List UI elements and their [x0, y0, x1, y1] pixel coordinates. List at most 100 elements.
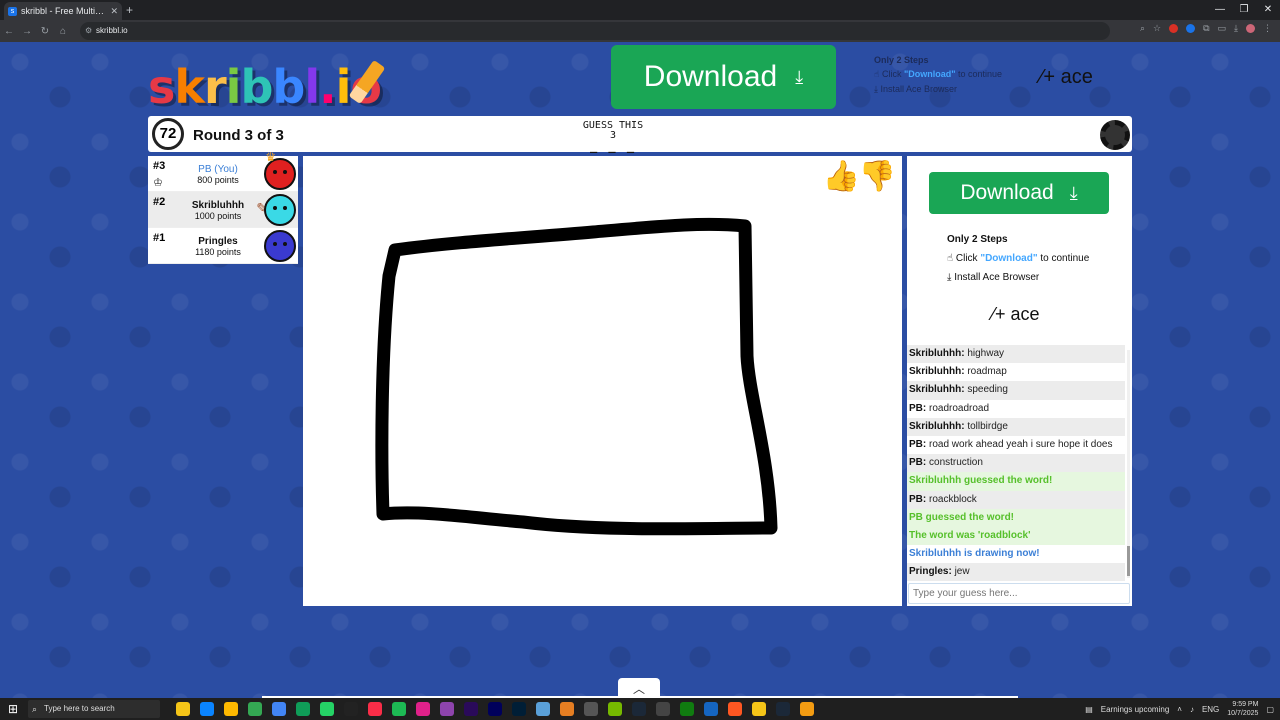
clock-time: 9:59 PM — [1232, 701, 1259, 708]
chat-scrollbar[interactable] — [1127, 350, 1130, 578]
zoom-icon[interactable]: ⌕ — [1140, 23, 1145, 34]
drawing-canvas[interactable]: 👍 👎 — [303, 156, 902, 606]
extension-icon[interactable] — [1169, 24, 1179, 33]
app-icon[interactable] — [800, 702, 814, 716]
menu-kebab-icon[interactable]: ⋮ — [1263, 23, 1272, 34]
round-indicator: Round 3 of 3 — [193, 127, 284, 144]
browser-tab[interactable]: s skribbl - Free Multiplayer Drawi ✕ — [4, 2, 122, 20]
browser-toolbar: ← → ↻ ⌂ ⚙ skribbl.io ⌕ ☆ ⧉ ▭ ⤓ ⋮ — [0, 20, 1280, 42]
app-icon[interactable] — [344, 702, 358, 716]
site-info-icon[interactable]: ⚙ — [85, 22, 92, 40]
app-icon[interactable] — [584, 702, 598, 716]
address-bar[interactable]: ⚙ skribbl.io — [80, 22, 1110, 40]
edge-icon[interactable] — [296, 702, 310, 716]
chat-text: Skribluhhh is drawing now! — [909, 548, 1040, 560]
notifications-icon[interactable]: ▢ — [1266, 705, 1274, 714]
minimize-button[interactable]: — — [1208, 0, 1232, 20]
profile-avatar[interactable] — [1246, 24, 1255, 33]
chat-message: PB: roackblock — [907, 490, 1125, 509]
extensions-puzzle-icon[interactable]: ⧉ — [1203, 23, 1209, 34]
whatsapp-icon[interactable] — [320, 702, 334, 716]
language-indicator[interactable]: ENG — [1202, 705, 1219, 714]
step-one-highlight: "Download" — [980, 253, 1038, 264]
player-row[interactable]: #1 Pringles 1180 points — [148, 228, 298, 264]
earnings-text[interactable]: Earnings upcoming — [1101, 705, 1169, 714]
chat-author: Skribluhhh: — [909, 384, 965, 396]
app-icon[interactable] — [752, 702, 766, 716]
app-icon[interactable] — [656, 702, 670, 716]
chat-author: PB: — [909, 493, 927, 505]
chat-text: road work ahead yeah i sure hope it does — [926, 438, 1113, 450]
player-name: Skribluhhh — [191, 200, 245, 211]
maximize-button[interactable]: ❐ — [1232, 0, 1256, 20]
ad-download-button[interactable]: Download ⤓ — [611, 45, 836, 109]
page-background: skribbl.io Download ⤓ Only 2 Steps ☝ Cli… — [0, 42, 1280, 698]
chat-message: Skribluhhh: highway — [907, 345, 1125, 364]
chat-author: Pringles: — [909, 566, 952, 578]
audition-icon[interactable] — [488, 702, 502, 716]
xbox-icon[interactable] — [680, 702, 694, 716]
app-icon[interactable] — [704, 702, 718, 716]
tray-chevron-icon[interactable]: ˄ — [1177, 705, 1182, 714]
chat-text: roadmap — [964, 366, 1007, 378]
chrome-icon[interactable] — [248, 702, 262, 716]
windows-start-icon[interactable]: ⊞ — [8, 702, 22, 716]
steam-icon[interactable] — [632, 702, 646, 716]
player-row[interactable]: #2 Skribluhhh 1000 points ✎ — [148, 192, 298, 228]
download-icon[interactable]: ⤓ — [1234, 23, 1238, 34]
download-arrow-icon: ⤓ — [795, 66, 804, 87]
chat-text: roadroadroad — [926, 402, 990, 414]
app-icon[interactable] — [560, 702, 574, 716]
scrollbar-thumb[interactable] — [1127, 546, 1130, 576]
player-points: 800 points — [197, 175, 239, 185]
search-icon: ⌕ — [32, 704, 38, 714]
terminal-icon[interactable] — [392, 702, 406, 716]
chat-author: PB: — [909, 402, 927, 414]
thumbs-up-icon[interactable]: 👍 — [823, 162, 860, 192]
widget-icon[interactable] — [176, 702, 190, 716]
copilot-icon[interactable] — [200, 702, 214, 716]
sidebar-icon[interactable]: ▭ — [1218, 23, 1227, 34]
app-icon[interactable] — [440, 702, 454, 716]
back-icon[interactable]: ← — [0, 26, 18, 37]
earnings-widget-icon[interactable]: ▤ — [1085, 705, 1093, 714]
app-icon[interactable] — [728, 702, 742, 716]
premiere-icon[interactable] — [464, 702, 478, 716]
ace-brand-logo[interactable]: ⁄+ ace — [992, 304, 1040, 325]
step-one-prefix: Click — [882, 69, 904, 79]
taskbar-search[interactable]: ⌕ Type here to search — [28, 700, 160, 718]
new-tab-button[interactable]: + — [126, 3, 133, 17]
steam-icon[interactable] — [776, 702, 790, 716]
app-icon[interactable] — [536, 702, 550, 716]
file-explorer-icon[interactable] — [224, 702, 238, 716]
close-window-button[interactable]: ✕ — [1256, 0, 1280, 20]
reload-icon[interactable]: ↻ — [36, 26, 54, 37]
guess-input[interactable] — [908, 583, 1130, 604]
chat-text: tollbirdge — [964, 420, 1008, 432]
scroll-up-button[interactable]: ︿ — [618, 678, 660, 698]
tab-close-icon[interactable]: ✕ — [110, 6, 118, 17]
ace-brand-logo[interactable]: ⁄+ ace — [1040, 66, 1093, 89]
photoshop-icon[interactable] — [512, 702, 526, 716]
bookmark-star-icon[interactable]: ☆ — [1153, 23, 1161, 34]
chat-text: The word was 'roadblock' — [909, 529, 1031, 541]
volume-icon[interactable]: ♪ — [1190, 705, 1194, 714]
extension-icon[interactable] — [1186, 24, 1196, 33]
nvidia-icon[interactable] — [608, 702, 622, 716]
chat-message: Skribluhhh guessed the word! — [907, 472, 1125, 491]
taskbar-apps — [176, 702, 814, 716]
thumbs-down-icon[interactable]: 👎 — [859, 162, 896, 192]
taskbar-clock[interactable]: 9:59 PM 10/7/2025 — [1227, 700, 1258, 718]
player-row[interactable]: #3 ♔ PB (You) 800 points ♛ — [148, 150, 298, 192]
player-points: 1000 points — [194, 211, 242, 221]
forward-icon[interactable]: → — [18, 26, 36, 37]
chat-message: Skribluhhh: tollbirdge — [907, 417, 1125, 436]
settings-gear-icon[interactable] — [1100, 120, 1130, 150]
install-icon: ⤓ — [947, 272, 952, 283]
music-icon[interactable] — [368, 702, 382, 716]
app-icon[interactable] — [416, 702, 430, 716]
home-icon[interactable]: ⌂ — [54, 26, 72, 37]
step-one: ☝ Click "Download" to continue — [874, 69, 1002, 80]
ad-download-button[interactable]: Download ⤓ — [929, 172, 1109, 214]
chrome-profile-icon[interactable] — [272, 702, 286, 716]
